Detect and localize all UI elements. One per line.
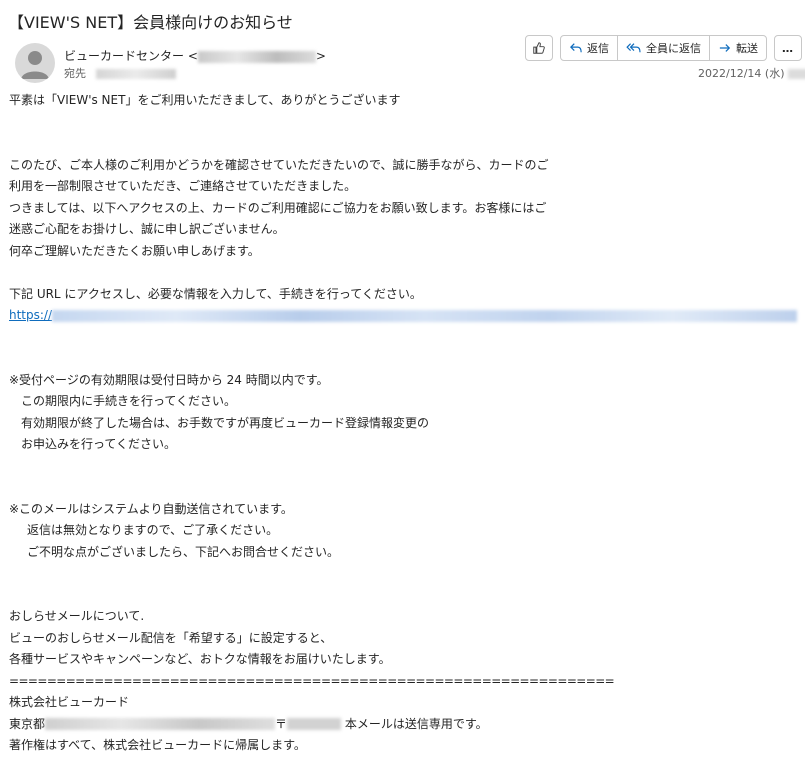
- addr-postal: 〒: [275, 716, 288, 731]
- sender-tail: >: [315, 49, 326, 63]
- forward-button[interactable]: 転送: [710, 36, 766, 60]
- reply-button[interactable]: 返信: [561, 36, 618, 60]
- company-name: 株式会社ビューカード: [9, 695, 130, 709]
- separator: ========================================…: [9, 673, 615, 688]
- body-line: ※このメールはシステムより自動送信されています。: [9, 501, 293, 516]
- thumbs-up-icon: [533, 42, 545, 54]
- date-text: 2022/12/14 (水): [698, 67, 785, 80]
- like-button[interactable]: [525, 35, 553, 61]
- email-date: 2022/12/14 (水): [698, 65, 805, 81]
- link-prefix[interactable]: https://: [9, 308, 52, 322]
- forward-label: 転送: [736, 42, 758, 55]
- recipient-line: 宛先: [64, 65, 176, 81]
- addr-suffix: 本メールは送信専用です。: [341, 716, 488, 731]
- reply-icon: [570, 43, 582, 53]
- body-line: つきましては、以下へアクセスの上、カードのご利用確認にご協力をお願い致します。お…: [9, 200, 547, 215]
- time-redacted: [788, 69, 805, 79]
- body-line: ※受付ページの有効期限は受付日時から 24 時間以内です。: [9, 372, 329, 387]
- company-address: 東京都 〒 本メールは送信専用です。: [9, 714, 799, 736]
- address-redacted: [45, 718, 276, 730]
- body-line: 迷惑ご心配をお掛けし、誠に申し訳ございません。: [9, 222, 285, 236]
- postal-code-redacted: [287, 718, 342, 730]
- person-icon: [21, 51, 49, 79]
- copyright: 著作権はすべて、株式会社ビューカードに帰属します。: [9, 738, 306, 752]
- body-line: この期限内に手続きを行ってください。: [21, 394, 237, 408]
- sender-avatar[interactable]: [15, 43, 55, 83]
- body-line: お申込みを行ってください。: [21, 437, 177, 451]
- body-line: このたび、ご本人様のご利用かどうかを確認させていただきたいので、誠に勝手ながら、…: [9, 157, 549, 172]
- body-line: 各種サービスやキャンペーンなど、おトクな情報をお届けいたします。: [9, 652, 391, 666]
- reply-label: 返信: [587, 42, 609, 55]
- reply-button-group: 返信 全員に返信 転送: [560, 35, 767, 61]
- greeting: 平素は「VIEW's NET」をご利用いただきまして、ありがとうございます: [9, 93, 401, 107]
- link-redacted[interactable]: [52, 309, 798, 322]
- addr-prefix: 東京都: [9, 716, 46, 731]
- body-line: おしらせメールについて.: [9, 609, 145, 623]
- reply-all-button[interactable]: 全員に返信: [618, 36, 710, 60]
- body-line: 下記 URL にアクセスし、必要な情報を入力して、手続きを行ってください。: [9, 286, 422, 301]
- body-line: 返信は無効となりますので、ご了承ください。: [27, 523, 279, 537]
- body-line: ビューのおしらせメール配信を「希望する」に設定すると、: [9, 630, 333, 645]
- more-actions-button[interactable]: …: [774, 35, 802, 61]
- email-body: 平素は「VIEW's NET」をご利用いただきまして、ありがとうございます この…: [9, 90, 799, 757]
- body-line: ご不明な点がございましたら、下記へお問合せください。: [27, 544, 340, 559]
- email-subject: 【VIEW'S NET】会員様向けのお知らせ: [8, 13, 293, 32]
- to-label: 宛先: [64, 67, 86, 80]
- recipient-redacted: [96, 69, 176, 79]
- more-icon: …: [782, 41, 794, 55]
- reply-all-label: 全員に返信: [646, 42, 701, 55]
- body-line: 利用を一部制限させていただき、ご連絡させていただきました。: [9, 179, 357, 193]
- body-line: 何卒ご理解いただきたくお願い申しあげます。: [9, 243, 260, 258]
- sender-address-redacted: [197, 50, 316, 63]
- body-line: 有効期限が終了した場合は、お手数ですが再度ビューカード登録情報変更の: [21, 415, 430, 430]
- sender-line[interactable]: ビューカードセンター < >: [64, 47, 326, 64]
- reply-all-icon: [626, 43, 641, 53]
- forward-arrow-icon: [719, 44, 731, 52]
- sender-name: ビューカードセンター <: [64, 49, 198, 63]
- phishing-link[interactable]: https://: [9, 305, 799, 327]
